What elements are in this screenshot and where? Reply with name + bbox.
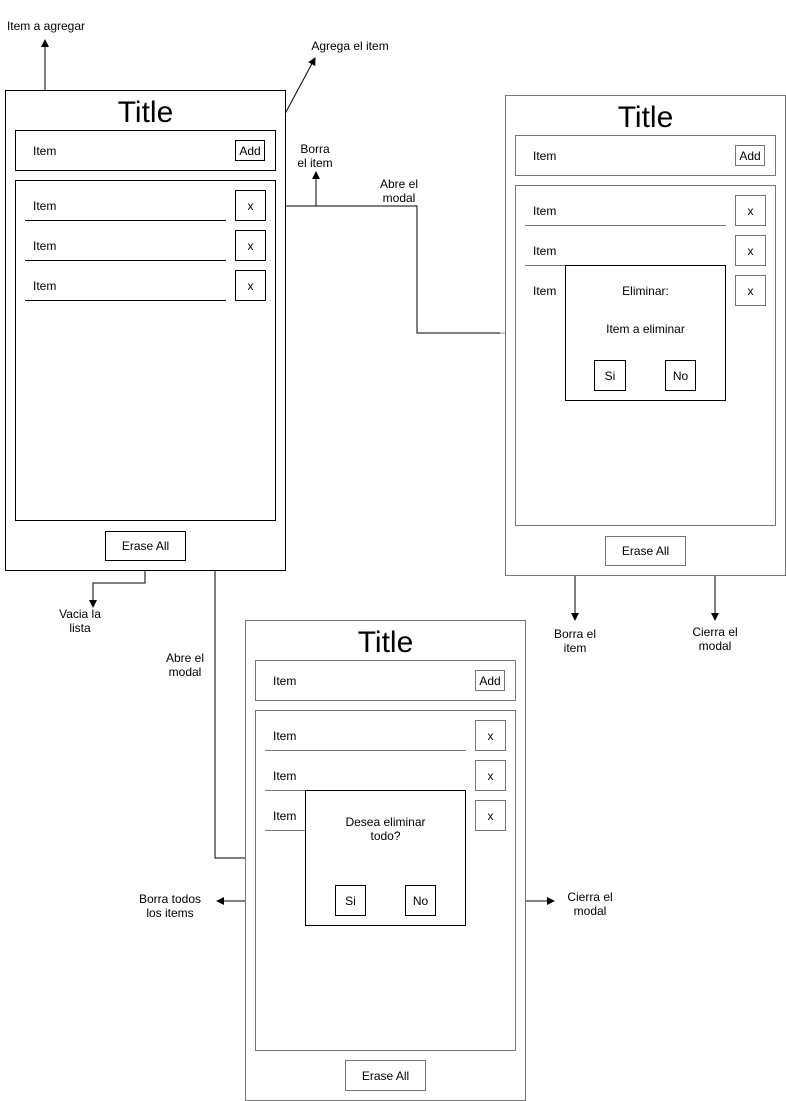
page-title: Title [357,626,414,659]
list-item-divider [525,225,726,226]
list-item-label: Item [33,239,57,253]
annotation-deletes-all-items: Borra todos los items [138,892,202,920]
add-button[interactable]: Add [475,670,505,691]
delete-item-button[interactable]: x [475,800,506,831]
annotation-deletes-item: Borra el item [553,627,597,655]
list-item-label: Item [33,199,57,213]
annotation-adds-item: Agrega el item [311,39,389,53]
delete-item-button[interactable]: x [235,270,266,301]
annotation-item-to-add: Item a agregar [6,19,86,33]
delete-item-button[interactable]: x [735,195,766,226]
annotation-closes-modal: Cierra el modal [692,625,738,653]
list-item-divider [265,830,305,831]
page-title: Title [617,101,674,134]
delete-item-button[interactable]: x [475,760,506,791]
annotation-opens-modal: Abre el modal [165,651,205,679]
list-item-label: Item [33,279,57,293]
annotation-deletes-item: Borra el item [297,142,333,170]
annotation-opens-modal: Abre el modal [379,177,419,205]
list-item-label: Item [273,809,297,823]
list-item-label: Item [273,729,297,743]
annotation-empties-list: Vacia la lista [59,607,101,635]
modal-yes-button[interactable]: Si [594,360,626,391]
page-title: Title [117,96,174,129]
item-input[interactable]: Item [273,674,296,688]
erase-all-modal [305,790,466,926]
erase-all-button[interactable]: Erase All [345,1060,426,1091]
list-item-divider [25,220,226,221]
list-item-label: Item [533,204,557,218]
list-item-divider [265,750,466,751]
list-item-label: Item [533,244,557,258]
item-input[interactable]: Item [533,149,556,163]
item-input[interactable]: Item [33,144,56,158]
modal-no-button[interactable]: No [405,885,436,916]
modal-heading: Eliminar: [622,284,669,298]
list-item-divider [25,260,226,261]
list-item-divider [25,300,226,301]
modal-message: Desea eliminar todo? [345,815,426,843]
modal-no-button[interactable]: No [665,360,696,391]
list-item-label: Item [533,284,557,298]
add-button[interactable]: Add [735,145,765,166]
add-button[interactable]: Add [235,140,265,161]
delete-item-button[interactable]: x [735,235,766,266]
erase-all-button[interactable]: Erase All [105,531,186,561]
modal-yes-button[interactable]: Si [335,885,366,916]
delete-item-button[interactable]: x [735,275,766,306]
delete-item-button[interactable]: x [235,230,266,261]
modal-message: Item a eliminar [606,322,685,336]
delete-item-button[interactable]: x [475,720,506,751]
annotation-closes-modal: Cierra el modal [567,890,613,918]
erase-all-button[interactable]: Erase All [605,536,686,566]
list-item-label: Item [273,769,297,783]
delete-item-button[interactable]: x [235,190,266,221]
